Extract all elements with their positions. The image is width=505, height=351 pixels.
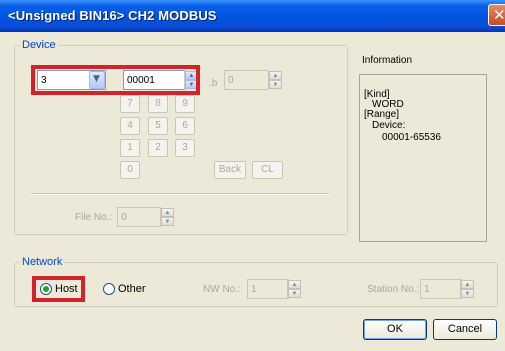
keypad-6[interactable]: 6: [175, 117, 195, 135]
file-no-spinner[interactable]: ▲ ▼: [160, 208, 174, 226]
keypad-4[interactable]: 4: [120, 117, 140, 135]
file-no-field[interactable]: 0: [117, 207, 161, 227]
station-no-value: 1: [424, 284, 430, 295]
information-title: Information: [362, 55, 413, 66]
clear-button[interactable]: CL: [252, 161, 283, 179]
other-label[interactable]: Other: [118, 283, 146, 295]
nw-no-spinner[interactable]: ▲ ▼: [287, 280, 301, 298]
keypad-5[interactable]: 5: [148, 117, 168, 135]
device-legend: Device: [20, 39, 58, 51]
cancel-button[interactable]: Cancel: [433, 319, 497, 340]
spin-down-icon[interactable]: ▼: [269, 80, 282, 89]
spin-down-icon[interactable]: ▼: [161, 217, 174, 226]
info-range-value: 00001-65536: [382, 132, 441, 143]
spin-up-icon[interactable]: ▲: [288, 280, 301, 289]
window-title: <Unsigned BIN16> CH2 MODBUS: [8, 8, 217, 23]
info-range-label: Device:: [372, 120, 406, 131]
spin-down-icon[interactable]: ▼: [288, 289, 301, 298]
information-panel: [Kind] WORD [Range] Device: 00001-65536: [359, 74, 487, 242]
back-button[interactable]: Back: [214, 161, 246, 179]
spin-up-icon[interactable]: ▲: [269, 71, 282, 80]
file-no-value: 0: [121, 212, 127, 223]
keypad-1[interactable]: 1: [120, 139, 140, 157]
station-no-field[interactable]: 1: [420, 279, 462, 299]
device-highlight-frame: [31, 65, 200, 95]
station-no-label: Station No.:: [367, 284, 420, 295]
keypad-9[interactable]: 9: [175, 95, 195, 113]
bit-label: .b: [209, 78, 218, 89]
dialog-window: <Unsigned BIN16> CH2 MODBUS ✕ Device 3 ▼…: [0, 0, 505, 351]
keypad-8[interactable]: 8: [148, 95, 168, 113]
device-separator: [30, 193, 330, 195]
nw-no-value: 1: [251, 284, 257, 295]
host-highlight-frame: [32, 276, 85, 302]
bit-spinner[interactable]: ▲ ▼: [268, 71, 282, 89]
spin-up-icon[interactable]: ▲: [161, 208, 174, 217]
nw-no-field[interactable]: 1: [247, 279, 289, 299]
title-bar: <Unsigned BIN16> CH2 MODBUS ✕: [0, 0, 505, 32]
keypad-7[interactable]: 7: [120, 95, 140, 113]
spin-down-icon[interactable]: ▼: [461, 289, 474, 298]
close-button[interactable]: ✕: [488, 4, 505, 26]
close-icon: ✕: [493, 6, 505, 24]
ok-button[interactable]: OK: [363, 319, 427, 340]
spin-up-icon[interactable]: ▲: [461, 280, 474, 289]
file-no-label: File No.:: [75, 212, 113, 223]
keypad-2[interactable]: 2: [148, 139, 168, 157]
bit-value: 0: [228, 75, 234, 86]
other-radio[interactable]: [103, 283, 115, 295]
info-range-header: [Range]: [364, 109, 400, 120]
nw-no-label: NW No.:: [203, 284, 241, 295]
station-no-spinner[interactable]: ▲ ▼: [460, 280, 474, 298]
network-legend: Network: [20, 256, 65, 268]
keypad-3[interactable]: 3: [175, 139, 195, 157]
bit-field[interactable]: 0: [224, 70, 269, 90]
keypad-0[interactable]: 0: [120, 161, 140, 179]
